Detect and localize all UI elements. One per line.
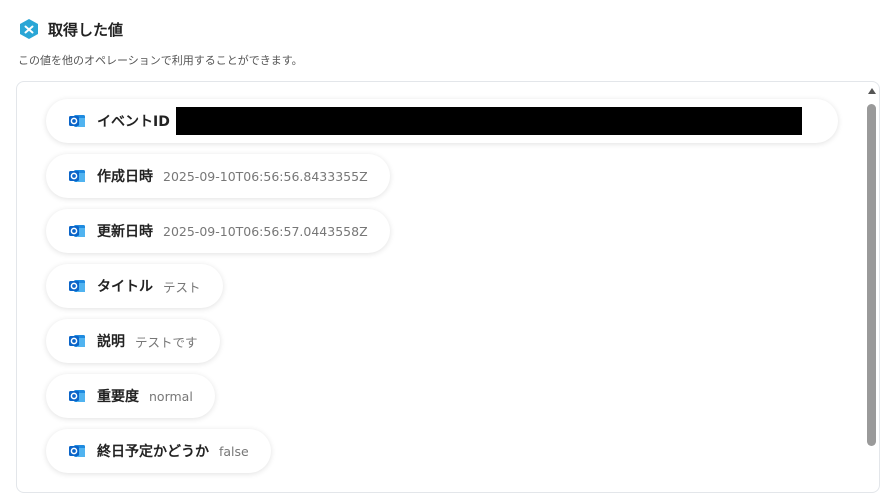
field-label: イベントID (97, 114, 170, 130)
field-label: 説明 (97, 334, 125, 350)
field-label: タイトル (97, 279, 153, 295)
value-chip-importance[interactable]: 重要度 normal (46, 374, 215, 418)
value-chip-title[interactable]: タイトル テスト (46, 264, 223, 308)
section-title: 取得した値 (48, 20, 124, 39)
scroll-up-arrow-icon[interactable] (868, 88, 876, 94)
outlook-icon (69, 445, 85, 457)
field-label: 更新日時 (97, 224, 153, 240)
field-value: テストです (135, 334, 198, 350)
value-chip-created-at[interactable]: 作成日時 2025-09-10T06:56:56.8433355Z (46, 154, 390, 198)
field-value: 2025-09-10T06:56:57.0443558Z (163, 223, 368, 239)
field-value: 2025-09-10T06:56:56.8433355Z (163, 168, 368, 184)
value-chip-description[interactable]: 説明 テストです (46, 319, 220, 363)
outlook-icon (69, 170, 85, 182)
value-chip-updated-at[interactable]: 更新日時 2025-09-10T06:56:57.0443558Z (46, 209, 390, 253)
value-chip-event-id[interactable]: イベントID (46, 99, 838, 143)
scrollbar[interactable] (866, 84, 878, 480)
value-list: イベントID 作成日時 2025-09-10T06:56:56.8433355Z (46, 99, 846, 484)
yoom-logo-icon (20, 19, 38, 39)
section-header: 取得した値 (18, 16, 123, 42)
field-label: 終日予定かどうか (97, 444, 209, 460)
outlook-icon (69, 335, 85, 347)
outlook-icon (69, 115, 85, 127)
outlook-icon (69, 390, 85, 402)
field-value: false (219, 443, 249, 459)
redacted-value (175, 107, 802, 135)
field-label: 重要度 (97, 389, 139, 405)
value-chip-all-day[interactable]: 終日予定かどうか false (46, 429, 271, 473)
field-value: normal (149, 388, 193, 404)
scroll-thumb[interactable] (867, 104, 876, 446)
outlook-icon (69, 225, 85, 237)
field-value: テスト (163, 279, 201, 295)
values-panel: イベントID 作成日時 2025-09-10T06:56:56.8433355Z (16, 81, 880, 493)
outlook-icon (69, 280, 85, 292)
field-label: 作成日時 (97, 169, 153, 185)
section-description: この値を他のオペレーションで利用することができます。 (18, 54, 303, 67)
